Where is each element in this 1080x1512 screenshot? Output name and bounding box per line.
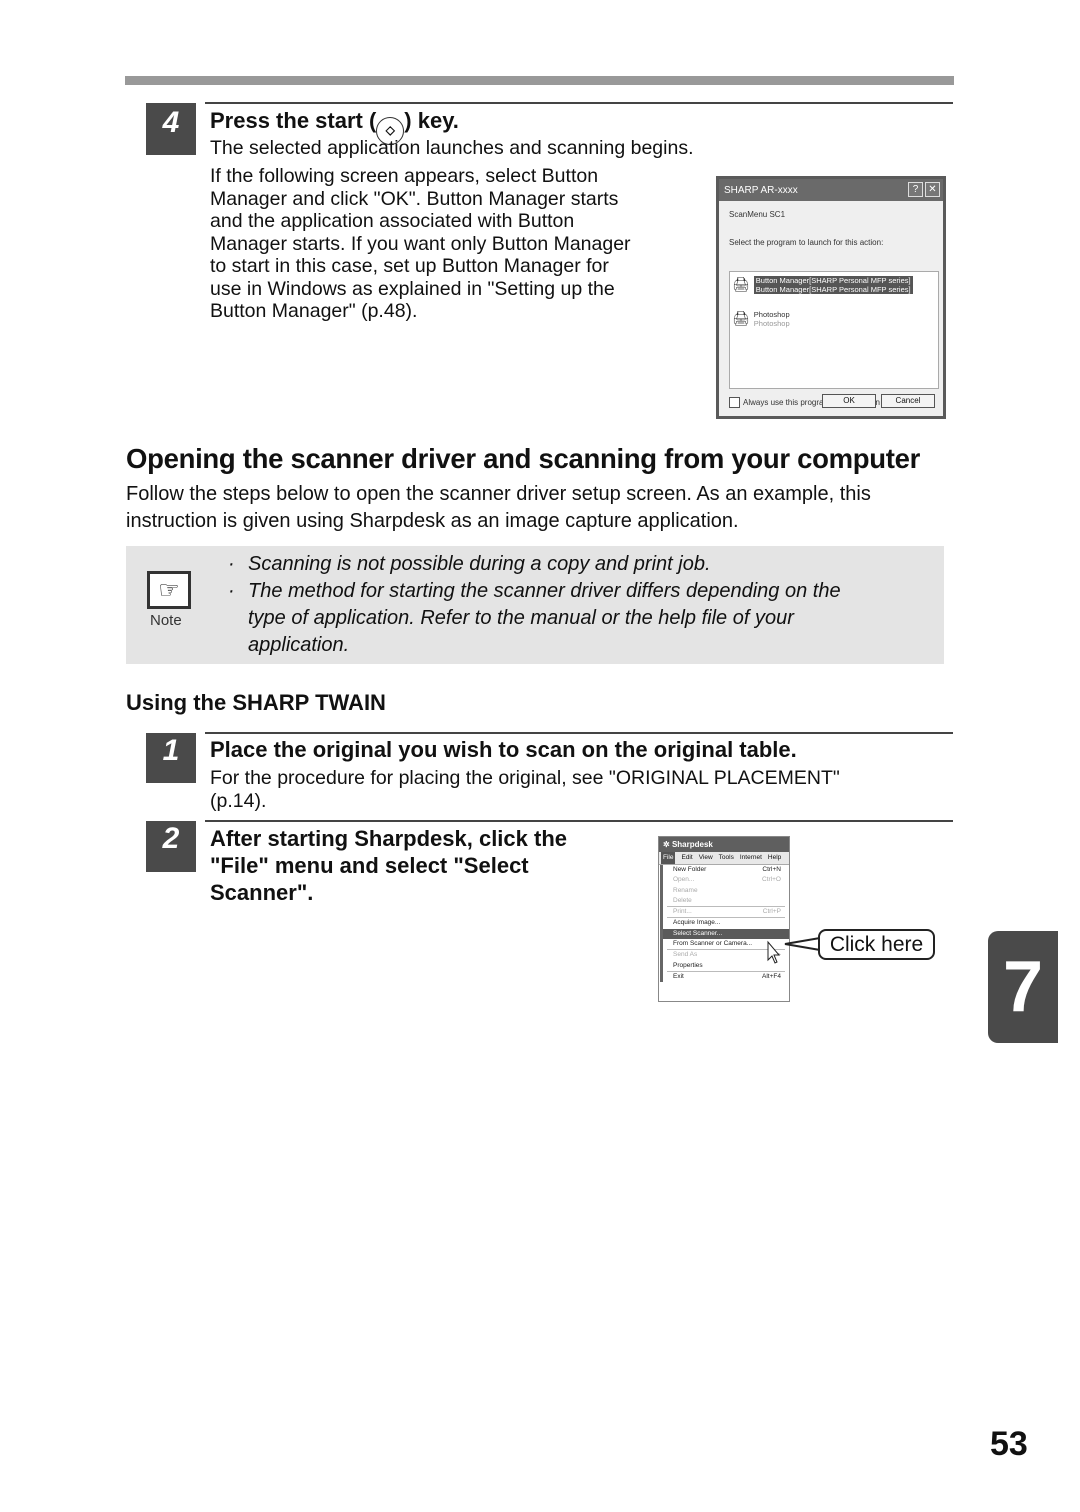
menu-edit[interactable]: Edit — [681, 852, 692, 864]
menu-item-label: Delete — [673, 896, 692, 904]
step-number: 2 — [146, 821, 196, 872]
subsection-heading: Using the SHARP TWAIN — [126, 690, 386, 715]
step-text: The selected application launches and sc… — [210, 137, 694, 159]
dialog-title: SHARP AR-xxxx — [724, 184, 798, 196]
menu-item-shortcut: Ctrl+O — [762, 876, 781, 884]
program-select-dialog: SHARP AR-xxxx ? ✕ ScanMenu SC1 Select th… — [716, 176, 946, 419]
menu-item[interactable]: Delete — [663, 896, 789, 906]
menu-view[interactable]: View — [699, 852, 713, 864]
step-rule — [205, 820, 953, 822]
menu-item-label: Send As — [673, 951, 698, 959]
step-number: 1 — [146, 733, 196, 783]
chapter-tab: 7 — [988, 931, 1058, 1043]
note-bullet: · Scanning is not possible during a copy … — [228, 553, 711, 575]
cancel-button[interactable]: Cancel — [881, 394, 935, 408]
step-title: After starting Sharpdesk, click the "Fil… — [210, 826, 567, 905]
menu-file[interactable]: File — [661, 852, 676, 864]
menu-item-label: Open... — [673, 876, 695, 884]
section-intro: Follow the steps below to open the scann… — [126, 483, 871, 532]
mouse-cursor-icon — [767, 940, 781, 964]
menu-tools[interactable]: Tools — [719, 852, 734, 864]
menu-internet[interactable]: Internet — [740, 852, 762, 864]
note-bullets: · Scanning is not possible during a copy … — [228, 553, 841, 656]
close-button[interactable]: ✕ — [925, 182, 940, 197]
step-rule — [205, 102, 953, 104]
dialog-body: ScanMenu SC1 Select the program to launc… — [719, 201, 943, 416]
note-label: Note — [150, 612, 182, 629]
program-list[interactable]: 🖨 Button Manager[SHARP Personal MFP seri… — [729, 271, 939, 389]
menu-item[interactable]: Acquire Image... — [663, 918, 789, 928]
sharpdesk-window: ✲ Sharpdesk File Edit View Tools Interne… — [658, 836, 790, 1002]
note-bullet: · The method for starting the scanner dri… — [228, 580, 841, 602]
menu-item-label: Properties — [673, 961, 703, 969]
menu-item[interactable]: New Folder Ctrl+N — [663, 865, 789, 875]
step-rule — [205, 732, 953, 734]
step-text: For the procedure for placing the origin… — [210, 767, 840, 812]
program-icon: 🖨 — [732, 276, 750, 292]
step-paragraph: If the following screen appears, select … — [210, 165, 631, 322]
menu-item-label: Exit — [673, 972, 684, 980]
always-use-checkbox[interactable] — [729, 397, 740, 408]
menu-item-label: Acquire Image... — [673, 919, 721, 927]
menu-item-label: Rename — [673, 886, 698, 894]
callout-pointer — [767, 937, 821, 964]
sharpdesk-titlebar: ✲ Sharpdesk — [659, 837, 789, 852]
menu-item-shortcut: Alt+F4 — [762, 972, 781, 980]
help-button[interactable]: ? — [908, 182, 923, 197]
program-item[interactable]: 🖨 Photoshop Photoshop — [732, 310, 790, 328]
top-bar — [125, 76, 954, 85]
menu-item[interactable]: Open... Ctrl+O — [663, 875, 789, 885]
pointing-hand-icon: ☞ — [147, 571, 191, 609]
scanmenu-label: ScanMenu SC1 — [729, 210, 786, 219]
prompt-label: Select the program to launch for this ac… — [729, 238, 884, 247]
dialog-titlebar: SHARP AR-xxxx ? ✕ — [719, 179, 943, 201]
menu-item-label: Print... — [673, 908, 692, 916]
sharpdesk-menubar: File Edit View Tools Internet Help — [659, 852, 789, 865]
menu-item-label: New Folder — [673, 866, 707, 873]
ok-button[interactable]: OK — [822, 394, 876, 408]
step-number: 4 — [146, 103, 196, 155]
click-here-callout: Click here — [818, 929, 935, 960]
menu-item-label: From Scanner or Camera... — [673, 940, 753, 948]
menu-item[interactable]: Print... Ctrl+P — [663, 907, 789, 917]
program-item[interactable]: 🖨 Button Manager[SHARP Personal MFP seri… — [732, 276, 913, 294]
menu-item-label: Select Scanner... — [673, 929, 723, 937]
menu-item[interactable]: Exit Alt+F4 — [663, 972, 789, 982]
menu-item-shortcut: Ctrl+N — [762, 866, 781, 873]
program-icon: 🖨 — [732, 310, 750, 326]
menu-item[interactable]: Rename — [663, 886, 789, 896]
section-heading: Opening the scanner driver and scanning … — [126, 443, 920, 474]
menu-help[interactable]: Help — [768, 852, 781, 864]
step-title: Place the original you wish to scan on t… — [210, 737, 797, 762]
page-number: 53 — [990, 1425, 1028, 1463]
menu-item-shortcut: Ctrl+P — [762, 908, 781, 916]
